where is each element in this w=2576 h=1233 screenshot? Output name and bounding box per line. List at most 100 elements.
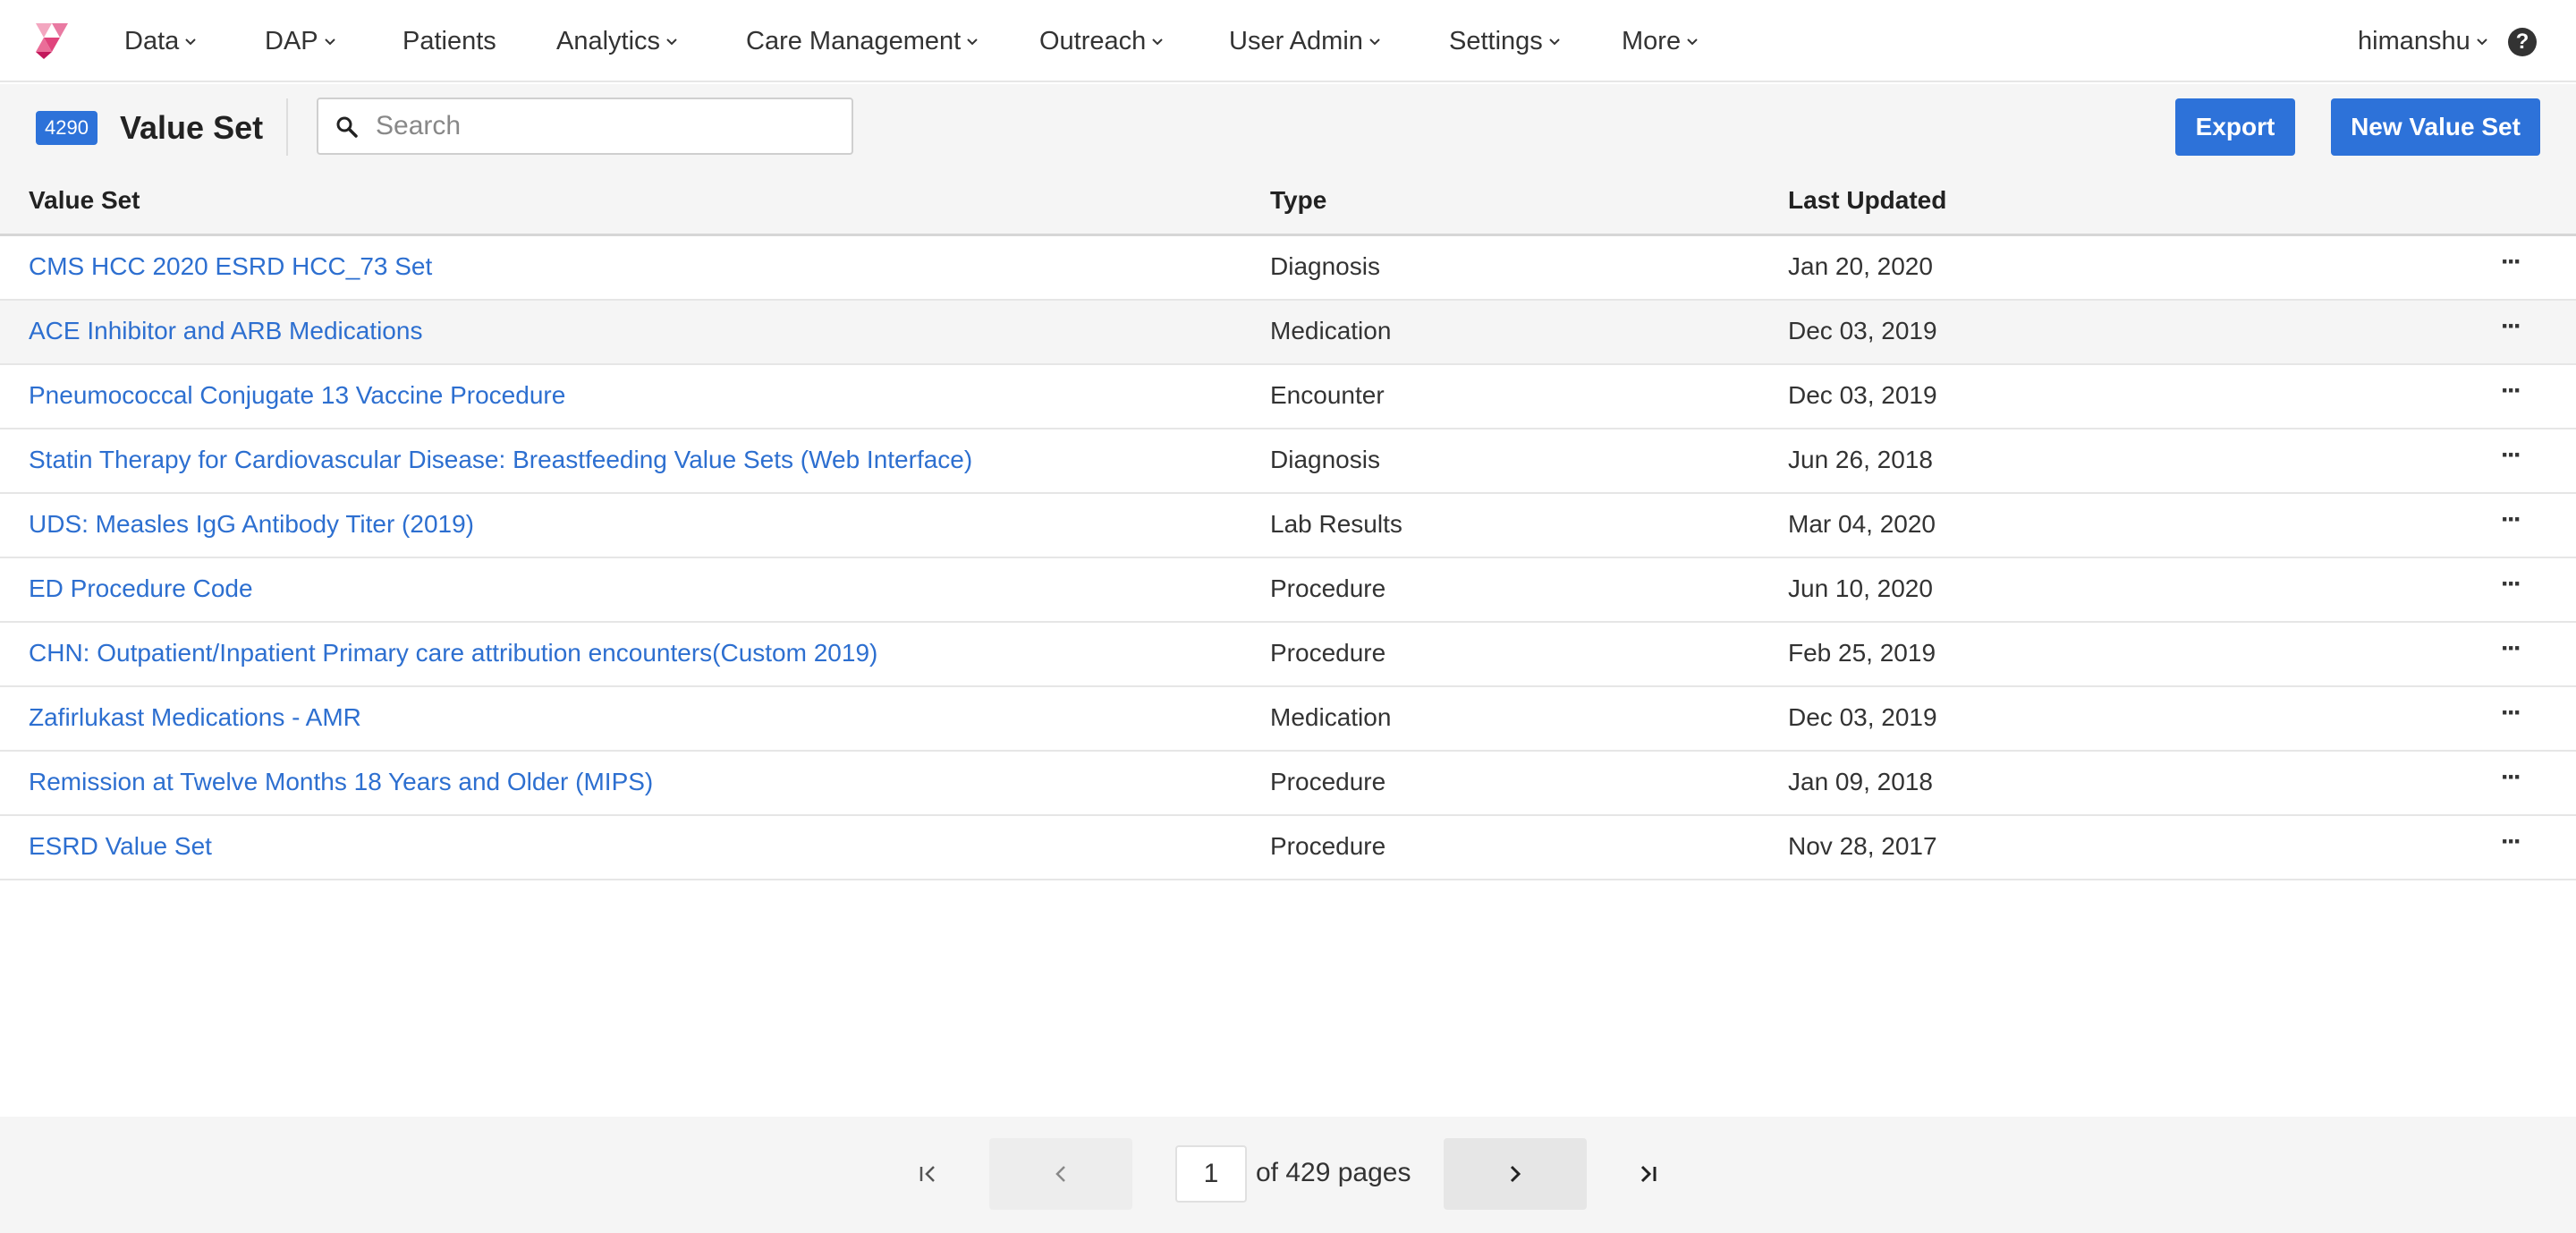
table-row[interactable]: Zafirlukast Medications - AMR Medication D… xyxy=(0,687,2576,752)
table-row[interactable]: ACE Inhibitor and ARB Medications Medicat… xyxy=(0,301,2576,365)
nav-patients-label: Patients xyxy=(402,26,496,55)
user-name: himanshu xyxy=(2358,26,2470,55)
table-row[interactable]: CMS HCC 2020 ESRD HCC_73 Set Diagnosis Jan… xyxy=(0,236,2576,301)
value-set-link[interactable]: Statin Therapy for Cardiovascular Diseas… xyxy=(29,446,972,474)
page-count-label: of 429 pages xyxy=(1256,1158,1411,1187)
nav-outreach-label: Outreach xyxy=(1039,26,1147,55)
table-row[interactable]: Statin Therapy for Cardiovascular Diseas… xyxy=(0,429,2576,494)
nav-settings-label: Settings xyxy=(1449,26,1543,55)
export-button[interactable]: Export xyxy=(2175,98,2295,156)
page-title: Value Set xyxy=(120,109,264,146)
value-set-link[interactable]: ED Procedure Code xyxy=(29,574,253,603)
value-set-type: Medication xyxy=(1270,317,1392,344)
first-page-icon xyxy=(919,1166,935,1182)
top-nav: Data DAP Patients Analytics Care Managem… xyxy=(0,0,2576,82)
nav-patients[interactable]: Patients xyxy=(402,0,496,82)
value-set-type: Procedure xyxy=(1270,832,1386,860)
app-logo-icon[interactable] xyxy=(32,21,72,61)
table-row[interactable]: ED Procedure Code Procedure Jun 10, 2020 ··… xyxy=(0,558,2576,623)
last-updated-date: Dec 03, 2019 xyxy=(1788,703,1937,731)
last-updated-date: Feb 25, 2019 xyxy=(1788,639,1936,667)
nav-outreach[interactable]: Outreach xyxy=(1039,0,1164,82)
nav-care-management-label: Care Management xyxy=(746,26,962,55)
nav-analytics-label: Analytics xyxy=(556,26,661,55)
value-set-type: Encounter xyxy=(1270,381,1385,409)
row-more-icon[interactable]: ··· xyxy=(2501,634,2522,664)
value-set-link[interactable]: Zafirlukast Medications - AMR xyxy=(29,703,361,732)
chevron-left-icon xyxy=(1055,1166,1065,1182)
chevron-down-icon xyxy=(967,38,978,46)
row-more-icon[interactable]: ··· xyxy=(2501,311,2522,342)
help-icon[interactable]: ? xyxy=(2508,28,2537,56)
count-badge: 4290 xyxy=(36,111,97,145)
value-set-type: Medication xyxy=(1270,703,1392,731)
row-more-icon[interactable]: ··· xyxy=(2501,505,2522,535)
nav-analytics[interactable]: Analytics xyxy=(556,0,678,82)
value-set-type: Diagnosis xyxy=(1270,446,1380,473)
value-set-link[interactable]: CMS HCC 2020 ESRD HCC_73 Set xyxy=(29,252,432,281)
nav-more[interactable]: More xyxy=(1622,0,1699,82)
value-set-link[interactable]: CHN: Outpatient/Inpatient Primary care a… xyxy=(29,639,877,668)
nav-dap[interactable]: DAP xyxy=(265,0,336,82)
new-value-set-button[interactable]: New Value Set xyxy=(2331,98,2540,156)
last-updated-date: Jun 10, 2020 xyxy=(1788,574,1933,602)
row-more-icon[interactable]: ··· xyxy=(2501,440,2522,471)
value-set-link[interactable]: Pneumococcal Conjugate 13 Vaccine Proced… xyxy=(29,381,565,410)
row-more-icon[interactable]: ··· xyxy=(2501,569,2522,599)
row-more-icon[interactable]: ··· xyxy=(2501,762,2522,793)
chevron-down-icon xyxy=(2477,38,2487,46)
row-more-icon[interactable]: ··· xyxy=(2501,698,2522,728)
value-set-link[interactable]: Remission at Twelve Months 18 Years and … xyxy=(29,768,653,796)
user-menu[interactable]: himanshu xyxy=(2358,0,2488,82)
search-icon xyxy=(336,116,358,138)
nav-data-label: Data xyxy=(124,26,180,55)
table-row[interactable]: Remission at Twelve Months 18 Years and … xyxy=(0,752,2576,816)
value-set-link[interactable]: UDS: Measles IgG Antibody Titer (2019) xyxy=(29,510,474,539)
row-more-icon[interactable]: ··· xyxy=(2501,376,2522,406)
column-header-value-set[interactable]: Value Set xyxy=(29,186,140,215)
column-header-type[interactable]: Type xyxy=(1270,186,1326,215)
value-set-link[interactable]: ESRD Value Set xyxy=(29,832,212,861)
nav-dap-label: DAP xyxy=(265,26,318,55)
last-updated-date: Jun 26, 2018 xyxy=(1788,446,1933,473)
previous-page-button[interactable] xyxy=(989,1138,1132,1210)
table-row[interactable]: Pneumococcal Conjugate 13 Vaccine Proced… xyxy=(0,365,2576,429)
value-set-type: Lab Results xyxy=(1270,510,1402,538)
value-set-link[interactable]: ACE Inhibitor and ARB Medications xyxy=(29,317,422,345)
chevron-down-icon xyxy=(324,38,335,46)
table-row[interactable]: ESRD Value Set Procedure Nov 28, 2017 ··· xyxy=(0,816,2576,880)
nav-more-label: More xyxy=(1622,26,1682,55)
value-set-type: Procedure xyxy=(1270,768,1386,795)
last-updated-date: Jan 09, 2018 xyxy=(1788,768,1933,795)
last-updated-date: Jan 20, 2020 xyxy=(1788,252,1933,280)
last-updated-date: Dec 03, 2019 xyxy=(1788,317,1937,344)
last-updated-date: Mar 04, 2020 xyxy=(1788,510,1936,538)
nav-care-management[interactable]: Care Management xyxy=(746,0,979,82)
nav-user-admin[interactable]: User Admin xyxy=(1229,0,1381,82)
next-page-button[interactable] xyxy=(1444,1138,1587,1210)
chevron-down-icon xyxy=(185,38,196,46)
last-page-button[interactable] xyxy=(1630,1145,1665,1203)
last-updated-date: Dec 03, 2019 xyxy=(1788,381,1937,409)
nav-settings[interactable]: Settings xyxy=(1449,0,1561,82)
page-number-input[interactable] xyxy=(1175,1145,1247,1203)
chevron-right-icon xyxy=(1510,1165,1521,1183)
divider xyxy=(286,98,288,156)
value-set-type: Procedure xyxy=(1270,574,1386,602)
table-row[interactable]: CHN: Outpatient/Inpatient Primary care a… xyxy=(0,623,2576,687)
row-more-icon[interactable]: ··· xyxy=(2501,247,2522,277)
table-row[interactable]: UDS: Measles IgG Antibody Titer (2019) La… xyxy=(0,494,2576,558)
first-page-button[interactable] xyxy=(911,1145,946,1203)
last-page-icon xyxy=(1640,1165,1657,1183)
chevron-down-icon xyxy=(1152,38,1164,46)
table-header: Value Set Type Last Updated xyxy=(0,170,2576,236)
nav-data[interactable]: Data xyxy=(124,0,197,82)
column-header-last-updated[interactable]: Last Updated xyxy=(1788,186,1946,215)
chevron-down-icon xyxy=(666,38,677,46)
search-input[interactable] xyxy=(376,106,841,146)
search-box[interactable] xyxy=(317,98,853,155)
row-more-icon[interactable]: ··· xyxy=(2501,827,2522,857)
value-set-type: Procedure xyxy=(1270,639,1386,667)
page-toolbar: 4290 Value Set Export New Value Set xyxy=(0,84,2576,170)
chevron-down-icon xyxy=(1369,38,1380,46)
